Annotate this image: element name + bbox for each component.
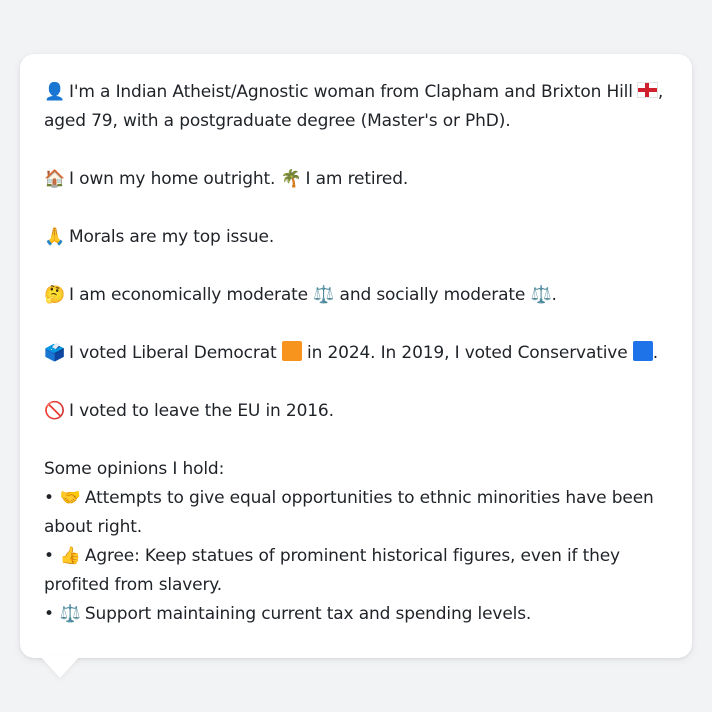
england-flag-icon (636, 82, 658, 98)
ideology-social-text: and socially moderate (339, 285, 526, 305)
votes-period: . (652, 343, 659, 363)
ideology-line: 🤔 I am economically moderate ⚖️ and socia… (44, 281, 672, 310)
bullet: • (44, 546, 54, 566)
opinion-text: Support maintaining current tax and spen… (84, 604, 532, 624)
retired-text: I am retired. (305, 169, 409, 189)
scale-icon: ⚖️ (530, 285, 552, 305)
vote-2024-text: I voted Liberal Democrat (69, 343, 277, 363)
persona-content: 👤 I'm a Indian Atheist/Agnostic woman fro… (44, 78, 672, 629)
identity-text: I'm a Indian Atheist/Agnostic woman from… (69, 82, 633, 102)
opinion-item: • 🤝 Attempts to give equal opportunities t… (44, 484, 672, 542)
ideology-period: . (551, 285, 557, 305)
palm-tree-icon: 🌴 (280, 169, 302, 189)
identity-line: 👤 I'm a Indian Atheist/Agnostic woman fro… (44, 78, 672, 136)
no-entry-icon: 🚫 (44, 401, 66, 421)
ideology-economic-text: I am economically moderate (69, 285, 308, 305)
identity-age-text: aged 79, with a postgraduate degree (Mas… (44, 111, 511, 131)
scale-icon: ⚖️ (313, 285, 335, 305)
home-text: I own my home outright. (69, 169, 276, 189)
opinion-text: Agree: Keep statues of prominent histori… (44, 546, 620, 595)
issue-line: 🙏 Morals are my top issue. (44, 223, 672, 252)
opinions-heading: Some opinions I hold: (44, 459, 225, 479)
vote-2019-text: in 2024. In 2019, I voted Conservative (307, 343, 628, 363)
conservative-blue-square-icon (632, 341, 653, 361)
home-line: 🏠 I own my home outright. 🌴 I am retired. (44, 165, 672, 194)
speech-bubble-tail (40, 656, 80, 678)
opinion-text: Attempts to give equal opportunities to … (44, 488, 654, 537)
opinion-item: • 👍 Agree: Keep statues of prominent histo… (44, 542, 672, 600)
house-icon: 🏠 (44, 169, 66, 189)
issue-text: Morals are my top issue. (69, 227, 275, 247)
handshake-icon: 🤝 (59, 488, 81, 508)
balance-scale-icon: ⚖️ (59, 604, 81, 624)
brexit-line: 🚫 I voted to leave the EU in 2016. (44, 397, 672, 426)
bullet: • (44, 488, 54, 508)
opinion-item: • ⚖️ Support maintaining current tax and s… (44, 600, 672, 629)
identity-comma: , (657, 82, 664, 102)
persona-card: 👤 I'm a Indian Atheist/Agnostic woman fro… (20, 54, 692, 658)
votes-line: 🗳️ I voted Liberal Democrat in 2024. In 2… (44, 339, 672, 368)
praying-hands-icon: 🙏 (44, 227, 66, 247)
lib-dem-orange-square-icon (281, 341, 302, 361)
thinking-face-icon: 🤔 (44, 285, 66, 305)
brexit-text: I voted to leave the EU in 2016. (69, 401, 334, 421)
ballot-box-icon: 🗳️ (44, 343, 66, 363)
thumbs-up-icon: 👍 (59, 546, 81, 566)
bullet: • (44, 604, 54, 624)
person-silhouette-icon: 👤 (44, 82, 66, 102)
